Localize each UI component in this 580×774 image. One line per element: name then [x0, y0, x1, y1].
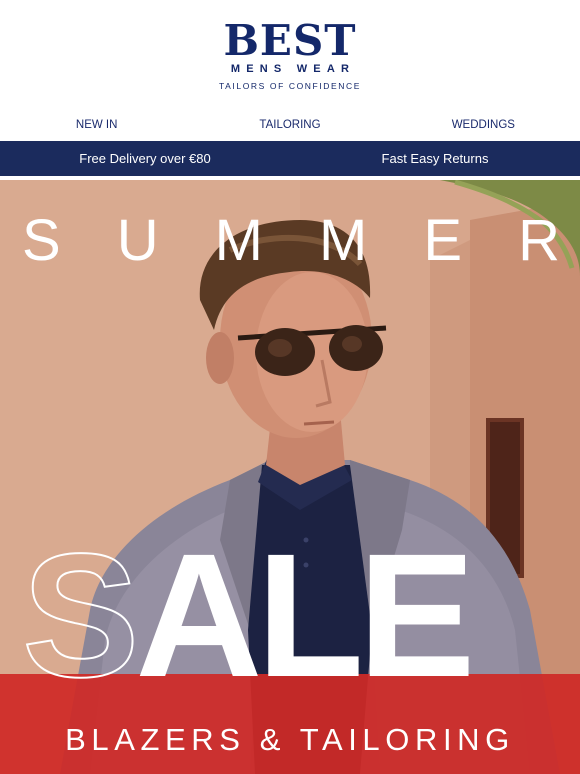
sale-outline-letter: S [21, 518, 140, 714]
promo-free-delivery[interactable]: Free Delivery over €80 [0, 151, 290, 166]
brand-logo[interactable]: BEST MENS WEAR TAILORS OF CONFIDENCE [0, 0, 580, 108]
headline-letter: R [518, 208, 560, 273]
promo-bar: Free Delivery over €80 Fast Easy Returns [0, 141, 580, 176]
headline-letter: S [22, 208, 61, 273]
headline-letter: U [116, 208, 159, 273]
headline-letter: E [423, 208, 463, 273]
sale-rest-letters: ALE [135, 518, 475, 714]
nav-item-new-in[interactable]: NEW IN [0, 119, 193, 131]
logo-wordmark: BEST [223, 16, 357, 65]
hero-sale-text: SALE [21, 527, 475, 705]
hero-headline-summer: S U M M E R [0, 212, 580, 270]
nav-item-tailoring[interactable]: TAILORING [193, 119, 386, 131]
logo-subtitle: MENS WEAR [230, 63, 356, 75]
logo-tagline: TAILORS OF CONFIDENCE [218, 81, 362, 91]
main-nav: NEW IN TAILORING WEDDINGS [0, 112, 580, 138]
nav-item-weddings[interactable]: WEDDINGS [387, 119, 580, 131]
hero-subline: BLAZERS & TAILORING [65, 722, 515, 757]
headline-letter: M [214, 208, 263, 273]
headline-letter: M [319, 208, 368, 273]
promo-easy-returns[interactable]: Fast Easy Returns [290, 151, 580, 166]
hero-banner[interactable]: S U M M E R SALE BLAZERS & TAILORING [0, 180, 580, 774]
